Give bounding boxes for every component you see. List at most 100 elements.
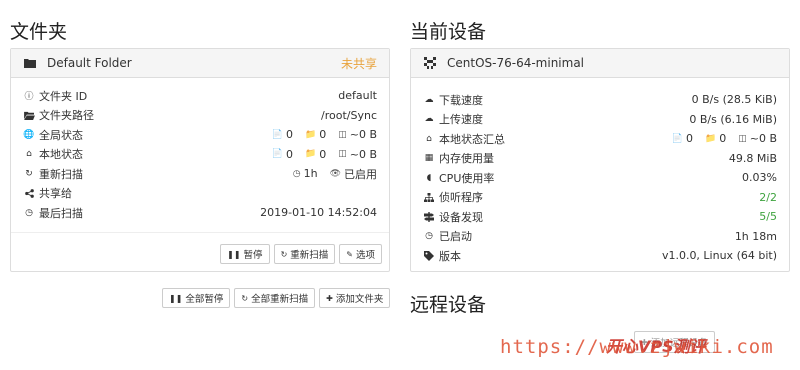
summary-files-count: 0 bbox=[686, 132, 693, 146]
rescan-value: ◷ 1h 👁 已启用 bbox=[293, 166, 377, 182]
tag-icon bbox=[423, 250, 435, 261]
dir-icon: 📁 bbox=[305, 149, 317, 160]
rescan-interval: 1h bbox=[303, 167, 318, 181]
info-icon: ⓘ bbox=[24, 92, 34, 103]
upload-value: 0 B/s (6.16 MiB) bbox=[689, 112, 777, 126]
device-row-cpu: ◖ CPU使用率 0.03% bbox=[411, 168, 789, 188]
cpu-label: CPU使用率 bbox=[439, 171, 495, 185]
device-section-title: 当前设备 bbox=[410, 21, 487, 43]
rescan-label: 重新扫描 bbox=[39, 167, 83, 181]
folder-row-last-scan: ◷ 最后扫描 2019-01-10 14:52:04 bbox=[11, 203, 389, 223]
memory-value: 49.8 MiB bbox=[728, 151, 777, 165]
watermark-url: https://www.zjwiki.com bbox=[500, 336, 774, 358]
file-icon: 📄 bbox=[271, 149, 283, 160]
folder-row-path: 文件夹路径 /root/Sync bbox=[11, 106, 389, 126]
dir-icon: 📁 bbox=[305, 129, 317, 140]
remote-section-title: 远程设备 bbox=[410, 294, 487, 316]
cpu-value: 0.03% bbox=[742, 171, 777, 185]
folder-details: ⓘ 文件夹 ID default 文件夹路径 /root/Sync 🌐 全局状态… bbox=[11, 78, 389, 223]
folder-path-value: /root/Sync bbox=[321, 108, 377, 122]
shared-with-label: 共享给 bbox=[39, 187, 72, 201]
device-details: ☁ 下载速度 0 B/s (28.5 KiB) ☁ 上传速度 0 B/s (6.… bbox=[411, 78, 789, 266]
home-icon: ⌂ bbox=[426, 133, 432, 144]
folder-row-local-state: ⌂ 本地状态 📄 0 📁 0 ◫ ~0 B bbox=[11, 145, 389, 165]
file-icon: 📄 bbox=[671, 133, 683, 144]
device-panel-heading[interactable]: CentOS-76-64-minimal bbox=[411, 49, 789, 78]
cloud-upload-icon: ☁ bbox=[424, 114, 434, 125]
pause-icon: ❚❚ bbox=[227, 249, 241, 259]
summary-dirs-count: 0 bbox=[719, 132, 727, 146]
version-value: v1.0.0, Linux (64 bit) bbox=[661, 249, 777, 263]
listeners-label: 侦听程序 bbox=[439, 191, 483, 205]
rescan-button[interactable]: ↻ 重新扫描 bbox=[273, 244, 336, 264]
drive-icon: ◫ bbox=[738, 133, 747, 144]
file-icon: 📄 bbox=[271, 129, 283, 140]
eye-icon: 👁 bbox=[329, 168, 341, 179]
global-files-count: 0 bbox=[286, 128, 293, 142]
local-summary-value: 📄 0 📁 0 ◫ ~0 B bbox=[672, 132, 777, 145]
folder-row-id: ⓘ 文件夹 ID default bbox=[11, 86, 389, 106]
local-state-value: 📄 0 📁 0 ◫ ~0 B bbox=[272, 148, 377, 161]
download-value: 0 B/s (28.5 KiB) bbox=[691, 93, 777, 107]
local-files-count: 0 bbox=[286, 147, 293, 161]
drive-icon: ◫ bbox=[338, 149, 347, 160]
cloud-download-icon: ☁ bbox=[424, 94, 434, 105]
drive-icon: ◫ bbox=[338, 129, 347, 140]
device-row-discovery: 设备发现 5/5 bbox=[411, 207, 789, 227]
uptime-value: 1h 18m bbox=[734, 229, 777, 243]
pause-button-label: 暂停 bbox=[243, 250, 263, 261]
discovery-label: 设备发现 bbox=[439, 210, 483, 224]
panel-divider bbox=[11, 232, 389, 233]
folder-path-label: 文件夹路径 bbox=[39, 109, 94, 123]
folder-status-badge: 未共享 bbox=[340, 56, 377, 71]
add-folder-button[interactable]: ✚ 添加文件夹 bbox=[319, 288, 391, 308]
folders-section-title: 文件夹 bbox=[10, 21, 68, 43]
global-state-label: 全局状态 bbox=[39, 128, 83, 142]
device-name: CentOS-76-64-minimal bbox=[447, 56, 585, 70]
folder-id-label: 文件夹 ID bbox=[39, 89, 88, 103]
clock-icon: ◷ bbox=[425, 231, 433, 242]
clock-icon: ◷ bbox=[292, 168, 301, 179]
folder-name: Default Folder bbox=[47, 56, 132, 70]
rescan-all-label: 全部重新扫描 bbox=[251, 294, 309, 305]
folder-row-shared-with: 共享给 bbox=[11, 184, 389, 204]
device-identicon bbox=[423, 57, 437, 69]
pause-all-label: 全部暂停 bbox=[185, 294, 224, 305]
rescan-all-button[interactable]: ↻ 全部重新扫描 bbox=[234, 288, 316, 308]
device-row-download: ☁ 下载速度 0 B/s (28.5 KiB) bbox=[411, 90, 789, 110]
device-row-memory: ▦ 内存使用量 49.8 MiB bbox=[411, 149, 789, 169]
local-size: ~0 B bbox=[349, 147, 377, 161]
last-scan-label: 最后扫描 bbox=[39, 206, 83, 220]
upload-label: 上传速度 bbox=[439, 113, 483, 127]
folder-row-global-state: 🌐 全局状态 📄 0 📁 0 ◫ ~0 B bbox=[11, 125, 389, 145]
pause-icon: ❚❚ bbox=[169, 293, 183, 303]
globe-icon: 🌐 bbox=[23, 129, 35, 140]
plus-icon: ✚ bbox=[326, 293, 333, 303]
watch-enabled: 已启用 bbox=[344, 167, 377, 181]
device-row-local-summary: ⌂ 本地状态汇总 📄 0 📁 0 ◫ ~0 B bbox=[411, 129, 789, 149]
folder-panel: Default Folder 未共享 ⓘ 文件夹 ID default 文件夹路… bbox=[10, 48, 390, 272]
last-scan-value: 2019-01-10 14:52:04 bbox=[260, 206, 377, 220]
options-button[interactable]: ✎ 选项 bbox=[339, 244, 382, 264]
device-row-upload: ☁ 上传速度 0 B/s (6.16 MiB) bbox=[411, 110, 789, 130]
dashboard-icon: ◖ bbox=[426, 172, 432, 183]
version-label: 版本 bbox=[439, 249, 461, 263]
discovery-value: 5/5 bbox=[759, 210, 777, 224]
global-dirs-count: 0 bbox=[319, 128, 327, 142]
pencil-icon: ✎ bbox=[346, 249, 353, 259]
home-icon: ⌂ bbox=[26, 149, 32, 160]
pause-all-button[interactable]: ❚❚ 全部暂停 bbox=[162, 288, 231, 308]
pause-button[interactable]: ❚❚ 暂停 bbox=[220, 244, 270, 264]
folder-row-rescan: ↻ 重新扫描 ◷ 1h 👁 已启用 bbox=[11, 164, 389, 184]
local-state-label: 本地状态 bbox=[39, 148, 83, 162]
global-state-value: 📄 0 📁 0 ◫ ~0 B bbox=[272, 128, 377, 141]
folder-panel-heading[interactable]: Default Folder 未共享 bbox=[11, 49, 389, 78]
rescan-button-label: 重新扫描 bbox=[290, 250, 329, 261]
device-row-listeners: 侦听程序 2/2 bbox=[411, 188, 789, 208]
options-button-label: 选项 bbox=[355, 250, 375, 261]
uptime-label: 已启动 bbox=[439, 230, 472, 244]
folder-panel-footer: ❚❚ 暂停 ↻ 重新扫描 ✎ 选项 bbox=[11, 244, 389, 264]
refresh-icon: ↻ bbox=[280, 249, 288, 259]
device-row-uptime: ◷ 已启动 1h 18m bbox=[411, 227, 789, 247]
local-summary-label: 本地状态汇总 bbox=[439, 132, 505, 146]
